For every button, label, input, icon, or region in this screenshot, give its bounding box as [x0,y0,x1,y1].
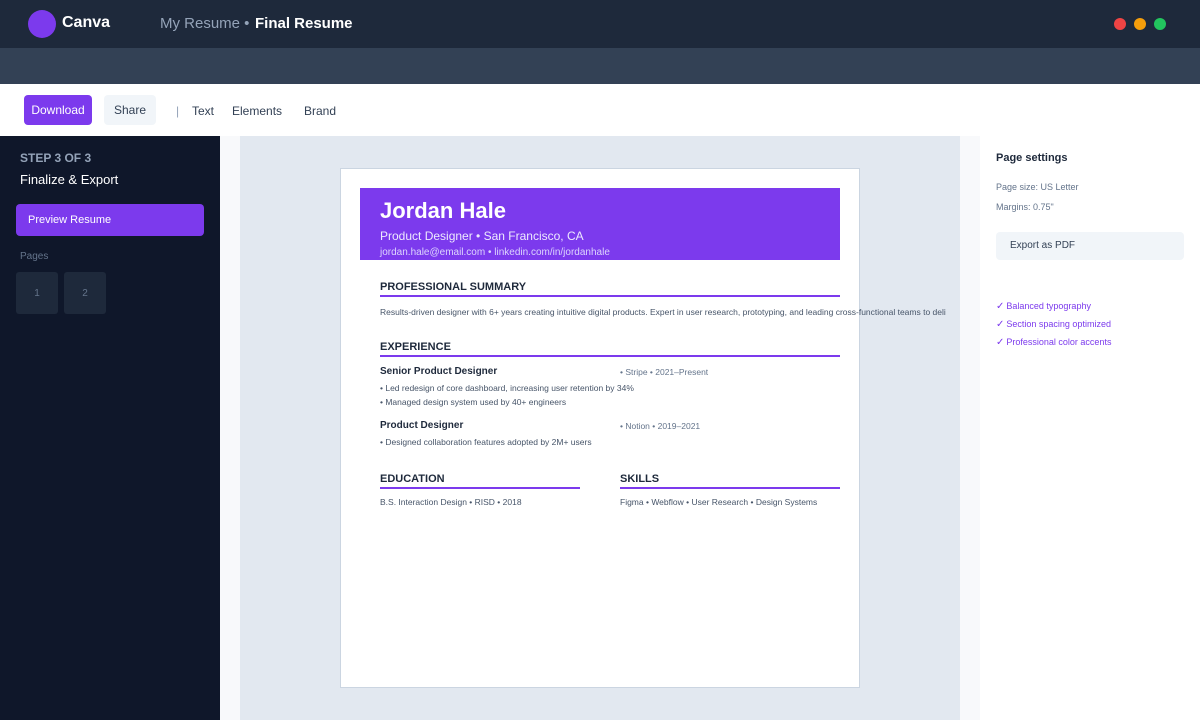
resume-header[interactable]: Jordan Hale Product Designer • San Franc… [360,188,840,260]
page-thumbnail-2[interactable]: 2 [64,272,106,314]
canva-logo-icon[interactable] [28,10,56,38]
education-text[interactable]: B.S. Interaction Design • RISD • 2018 [380,497,522,507]
step-title: Finalize & Export [20,172,119,187]
page-thumbnail-1[interactable]: 1 [16,272,58,314]
page-settings-panel: Page settings Page size: US Letter Margi… [980,136,1200,720]
experience-heading[interactable]: EXPERIENCE [380,341,840,357]
breadcrumb-my-resume[interactable]: My Resume • [160,15,249,32]
elements-tool[interactable]: Elements [232,104,282,118]
page-size-info: Page size: US Letter [996,182,1079,192]
app-name: Canva [62,14,111,31]
check-icon: ✓ [996,337,1005,348]
panel-title: Page settings [996,152,1068,164]
check-item: ✓ Professional color accents [996,337,1112,348]
text-tool[interactable]: Text [192,104,214,118]
download-button[interactable]: Download [24,95,92,125]
skills-text[interactable]: Figma • Webflow • User Research • Design… [620,497,817,507]
check-icon: ✓ [996,301,1005,312]
brand-tool[interactable]: Brand [304,104,336,118]
breadcrumb-final-resume: Final Resume [255,15,353,32]
design-canvas: Jordan Hale Product Designer • San Franc… [240,136,960,720]
left-sidebar: STEP 3 OF 3 Finalize & Export Preview Re… [0,136,220,720]
window-maximize-button[interactable] [1154,18,1166,30]
resume-page[interactable]: Jordan Hale Product Designer • San Franc… [340,168,946,688]
secondary-bar [0,48,1200,84]
summary-text[interactable]: Results-driven designer with 6+ years cr… [380,307,946,317]
job-title[interactable]: Product Designer [380,420,463,431]
resume-contact[interactable]: jordan.hale@email.com • linkedin.com/in/… [380,247,610,258]
job-title[interactable]: Senior Product Designer [380,366,497,377]
resume-name[interactable]: Jordan Hale [380,198,506,224]
education-heading[interactable]: EDUCATION [380,473,580,489]
window-minimize-button[interactable] [1134,18,1146,30]
check-item: ✓ Section spacing optimized [996,319,1111,330]
skills-heading[interactable]: SKILLS [620,473,840,489]
job-bullet[interactable]: • Designed collaboration features adopte… [380,437,592,447]
resume-tagline[interactable]: Product Designer • San Francisco, CA [380,229,584,243]
job-bullet[interactable]: • Led redesign of core dashboard, increa… [380,383,634,393]
check-item: ✓ Balanced typography [996,301,1091,312]
preview-resume-button[interactable]: Preview Resume [16,204,204,236]
window-close-button[interactable] [1114,18,1126,30]
toolbar-separator: | [176,104,180,118]
title-bar: Canva My Resume • Final Resume [0,0,1200,48]
job-bullet[interactable]: • Managed design system used by 40+ engi… [380,397,566,407]
margins-info: Margins: 0.75" [996,202,1054,212]
check-icon: ✓ [996,319,1005,330]
job-meta[interactable]: • Stripe • 2021–Present [620,367,708,377]
pages-label: Pages [20,251,49,262]
job-meta[interactable]: • Notion • 2019–2021 [620,421,700,431]
step-indicator: STEP 3 OF 3 [20,151,92,165]
toolbar: Download Share | Text Elements Brand [0,84,1200,136]
summary-heading[interactable]: PROFESSIONAL SUMMARY [380,281,840,297]
share-button[interactable]: Share [104,95,156,125]
export-pdf-button[interactable]: Export as PDF [996,232,1184,260]
